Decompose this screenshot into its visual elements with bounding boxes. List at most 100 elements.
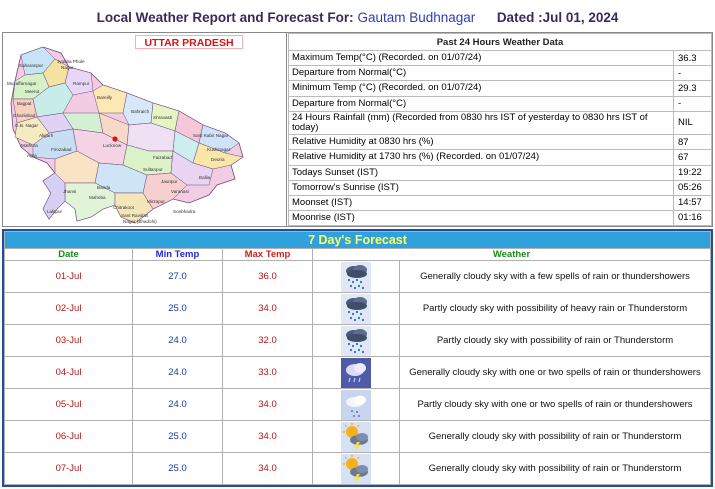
svg-text:Jyotiba Phule: Jyotiba Phule — [57, 59, 85, 64]
forecast-date: 07-Jul — [4, 452, 133, 485]
uttar-pradesh-map: Saharanpur Jyotiba Phule Nagar Muzaffarn… — [7, 46, 244, 224]
col-weather: Weather — [312, 248, 711, 261]
svg-text:Ghaziabad: Ghaziabad — [13, 113, 36, 118]
svg-text:Sant Ravidas: Sant Ravidas — [121, 213, 149, 218]
svg-text:Bagpat: Bagpat — [17, 101, 32, 106]
svg-text:Sultanpur: Sultanpur — [143, 167, 163, 172]
svg-text:Sonbhadra: Sonbhadra — [173, 209, 196, 214]
lucknow-marker — [112, 136, 118, 142]
past-24h-table: Past 24 Hours Weather Data Maximum Temp(… — [288, 32, 712, 227]
min-temp-label: Minimum Temp (°C) (Recorded. on 01/07/24… — [288, 80, 674, 97]
svg-text:Faizabad: Faizabad — [153, 155, 172, 160]
svg-text:Mathura: Mathura — [21, 143, 38, 148]
report-date: Dated :Jul 01, 2024 — [496, 10, 619, 25]
forecast-min-temp: 24.0 — [132, 388, 223, 421]
night-rain-icon — [341, 357, 371, 388]
svg-text:Varanasi: Varanasi — [171, 189, 189, 194]
forecast-description: Generally cloudy sky with possibility of… — [399, 420, 711, 453]
forecast-row: 07-Jul 25.0 34.0 Generally cloudy sky with … — [4, 452, 711, 485]
col-date: Date — [4, 248, 133, 261]
forecast-date: 01-Jul — [4, 260, 133, 293]
forecast-row: 06-Jul 25.0 34.0 Generally cloudy sky with … — [4, 420, 711, 453]
humidity-evening-value: 67 — [673, 149, 712, 166]
forecast-icon-cell — [312, 420, 400, 453]
rainfall-value: NIL — [673, 110, 712, 136]
sunset-value: 19:22 — [673, 164, 712, 181]
forecast-date: 06-Jul — [4, 420, 133, 453]
forecast-icon-cell — [312, 260, 400, 293]
forecast-description: Generally cloudy sky with a few spells o… — [399, 260, 711, 293]
forecast-row: 01-Jul 27.0 36.0 Generally cloudy sky with … — [4, 260, 711, 293]
forecast-description: Generally cloudy sky with one or two spe… — [399, 356, 711, 389]
forecast-icon-cell — [312, 292, 400, 325]
min-departure-label: Departure from Normal(°C) — [288, 95, 674, 112]
svg-text:Mirzapur: Mirzapur — [147, 199, 165, 204]
forecast-max-temp: 36.0 — [222, 260, 313, 293]
thunderstorm-rain-icon — [341, 325, 371, 356]
max-temp-label: Maximum Temp(°C) (Recorded. on 01/07/24) — [288, 50, 674, 67]
title-prefix: Local Weather Report and Forecast For: — [96, 10, 354, 25]
forecast-description: Partly cloudy sky with one or two spells… — [399, 388, 711, 421]
forecast-date: 04-Jul — [4, 356, 133, 389]
forecast-row: 02-Jul 25.0 34.0 Partly cloudy sky with pos… — [4, 292, 711, 325]
forecast-table: 7 Day's Forecast Date Min Temp Max Temp … — [4, 231, 711, 485]
svg-text:Jaunpur: Jaunpur — [161, 179, 178, 184]
forecast-max-temp: 34.0 — [222, 388, 313, 421]
forecast-max-temp: 34.0 — [222, 420, 313, 453]
min-departure-value: - — [673, 95, 712, 112]
location-name: Gautam Budhnagar — [357, 10, 476, 25]
moonset-label: Moonset (IST) — [288, 194, 674, 211]
rainfall-label: 24 Hours Rainfall (mm) (Recorded from 08… — [288, 110, 674, 136]
svg-text:Firozabad: Firozabad — [51, 147, 72, 152]
max-departure-label: Departure from Normal(°C) — [288, 65, 674, 82]
state-map: Saharanpur Jyotiba Phule Nagar Muzaffarn… — [3, 33, 287, 226]
svg-text:Meerut: Meerut — [25, 89, 40, 94]
svg-text:Chitrakoot: Chitrakoot — [113, 205, 135, 210]
svg-text:Ballia: Ballia — [199, 175, 211, 180]
forecast-max-temp: 34.0 — [222, 292, 313, 325]
humidity-morning-value: 87 — [673, 134, 712, 151]
forecast-icon-cell — [312, 324, 400, 357]
svg-text:Lalitpur: Lalitpur — [47, 209, 63, 214]
svg-text:Agra: Agra — [27, 153, 37, 158]
forecast-row: 05-Jul 24.0 34.0 Partly cloudy sky with one… — [4, 388, 711, 421]
svg-text:Banda: Banda — [97, 185, 111, 190]
past-24h-heading: Past 24 Hours Weather Data — [288, 32, 712, 52]
svg-text:Shravasti: Shravasti — [153, 115, 172, 120]
svg-text:Rampur: Rampur — [73, 81, 90, 86]
svg-text:Sant Kabir Nagar: Sant Kabir Nagar — [193, 133, 229, 138]
humidity-evening-label: Relative Humidity at 1730 hrs (%) (Recor… — [288, 149, 674, 166]
forecast-date: 03-Jul — [4, 324, 133, 357]
max-temp-value: 36.3 — [673, 50, 712, 67]
svg-text:Deoria: Deoria — [211, 157, 225, 162]
humidity-morning-label: Relative Humidity at 0830 hrs (%) — [288, 134, 674, 151]
state-label: UTTAR PRADESH — [135, 35, 243, 49]
min-temp-value: 29.3 — [673, 80, 712, 97]
forecast-date: 05-Jul — [4, 388, 133, 421]
svg-text:Aligarh: Aligarh — [39, 133, 54, 138]
forecast-min-temp: 24.0 — [132, 356, 223, 389]
svg-text:Bahraich: Bahraich — [131, 109, 150, 114]
forecast-title: 7 Day's Forecast — [4, 231, 711, 249]
svg-text:Bareilly: Bareilly — [97, 95, 113, 100]
forecast-icon-cell — [312, 388, 400, 421]
sunrise-value: 05:26 — [673, 179, 712, 196]
svg-text:Nagar: Nagar — [61, 65, 74, 70]
light-rain-icon — [341, 389, 371, 420]
thunderstorm-rain-icon — [341, 293, 371, 324]
forecast-min-temp: 27.0 — [132, 260, 223, 293]
svg-text:Jhansi: Jhansi — [63, 189, 76, 194]
sunset-label: Todays Sunset (IST) — [288, 164, 674, 181]
svg-text:Muzaffarnagar: Muzaffarnagar — [7, 81, 37, 86]
svg-text:Lucknow: Lucknow — [103, 143, 122, 148]
svg-text:Mahoba: Mahoba — [89, 195, 106, 200]
col-max-temp: Max Temp — [222, 248, 313, 261]
sun-thunder-cloud-icon — [341, 421, 371, 452]
forecast-panel: 7 Day's Forecast Date Min Temp Max Temp … — [2, 229, 713, 487]
svg-text:Nagar (Bhadohi): Nagar (Bhadohi) — [123, 219, 157, 224]
forecast-min-temp: 25.0 — [132, 292, 223, 325]
forecast-description: Partly cloudy sky with possibility of ra… — [399, 324, 711, 357]
forecast-min-temp: 24.0 — [132, 324, 223, 357]
max-departure-value: - — [673, 65, 712, 82]
svg-text:Saharanpur: Saharanpur — [19, 63, 43, 68]
